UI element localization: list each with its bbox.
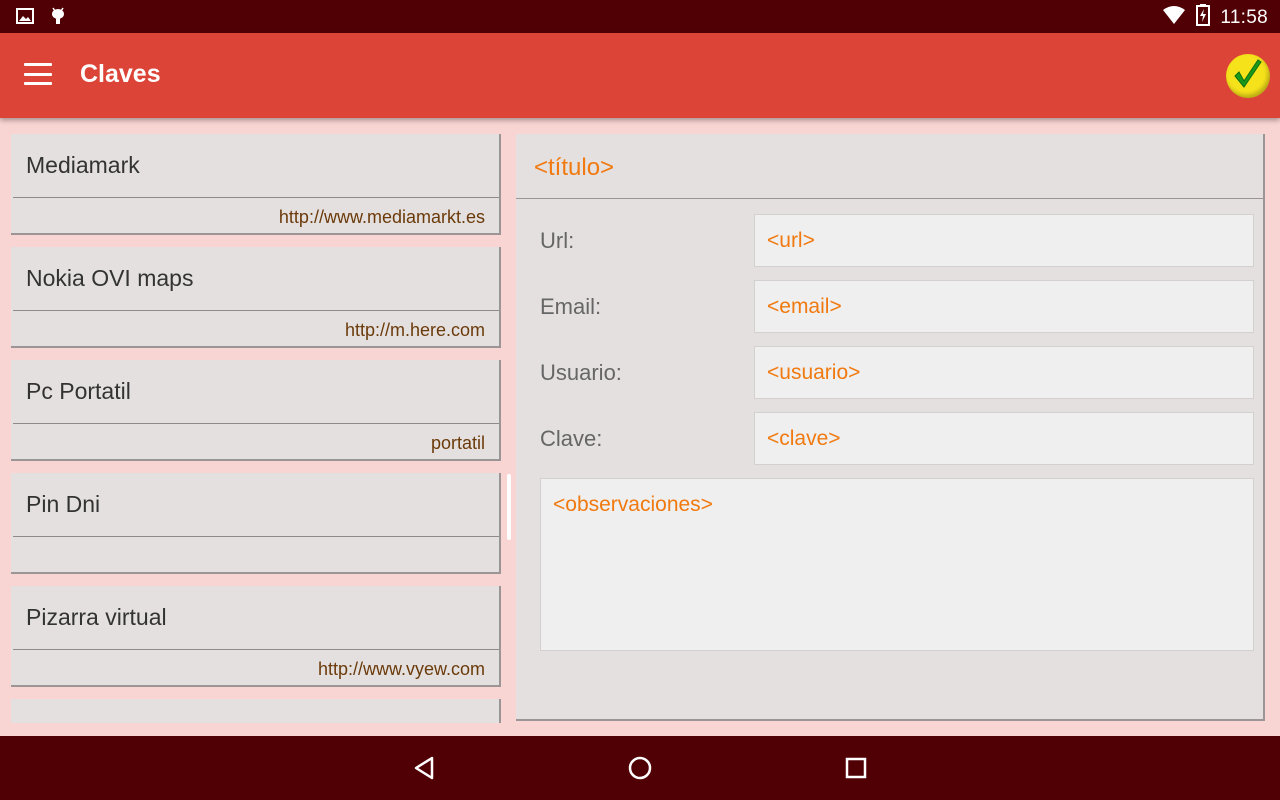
detail-panel: <título> Url: <url> Email: <email> Usuar… <box>516 134 1265 721</box>
clock: 11:58 <box>1220 6 1268 28</box>
title-field[interactable]: <título> <box>534 154 614 182</box>
app-title: Claves <box>80 60 161 88</box>
recents-icon[interactable] <box>842 754 870 782</box>
list-item-partial[interactable] <box>11 699 501 723</box>
app-bar: Claves <box>0 33 1280 118</box>
username-field[interactable]: <usuario> <box>754 346 1254 399</box>
checkmark-icon[interactable] <box>1226 54 1270 98</box>
url-label: Url: <box>540 228 575 253</box>
hamburger-menu-icon[interactable] <box>24 63 52 85</box>
password-list[interactable]: Mediamark http://www.mediamarkt.es Nokia… <box>11 134 503 723</box>
divider <box>13 423 499 424</box>
list-item[interactable]: Nokia OVI maps http://m.here.com <box>11 247 501 348</box>
image-notification-icon <box>16 8 34 29</box>
username-label: Usuario: <box>540 360 622 385</box>
email-field[interactable]: <email> <box>754 280 1254 333</box>
url-field[interactable]: <url> <box>754 214 1254 267</box>
list-item-name: Pizarra virtual <box>26 604 167 630</box>
list-item-url: http://www.mediamarkt.es <box>278 207 485 227</box>
divider <box>13 197 499 198</box>
email-label: Email: <box>540 294 602 319</box>
list-item-name: Mediamark <box>26 152 140 178</box>
list-item-url: http://m.here.com <box>344 320 485 340</box>
list-item-url: portatil <box>430 433 485 453</box>
list-item[interactable]: Pin Dni <box>11 473 501 574</box>
back-icon[interactable] <box>410 754 438 782</box>
divider <box>13 536 499 537</box>
list-item[interactable]: Mediamark http://www.mediamarkt.es <box>11 134 501 235</box>
list-item-name: Pc Portatil <box>26 378 131 404</box>
list-item[interactable]: Pc Portatil portatil <box>11 360 501 461</box>
divider <box>13 649 499 650</box>
list-item[interactable]: Pizarra virtual http://www.vyew.com <box>11 586 501 687</box>
divider <box>13 310 499 311</box>
navigation-bar <box>0 736 1280 800</box>
list-item-name: Pin Dni <box>26 491 101 517</box>
battery-charging-icon <box>1196 4 1211 31</box>
wifi-icon <box>1162 5 1186 30</box>
android-debug-icon <box>50 6 66 31</box>
scrollbar[interactable] <box>507 474 511 540</box>
password-field[interactable]: <clave> <box>754 412 1254 465</box>
home-icon[interactable] <box>626 754 654 782</box>
divider <box>516 198 1263 199</box>
password-label: Clave: <box>540 426 603 451</box>
notes-field[interactable]: <observaciones> <box>540 478 1254 651</box>
list-item-url: http://www.vyew.com <box>317 659 485 679</box>
status-bar: 11:58 <box>0 0 1280 33</box>
list-item-name: Nokia OVI maps <box>26 265 194 291</box>
